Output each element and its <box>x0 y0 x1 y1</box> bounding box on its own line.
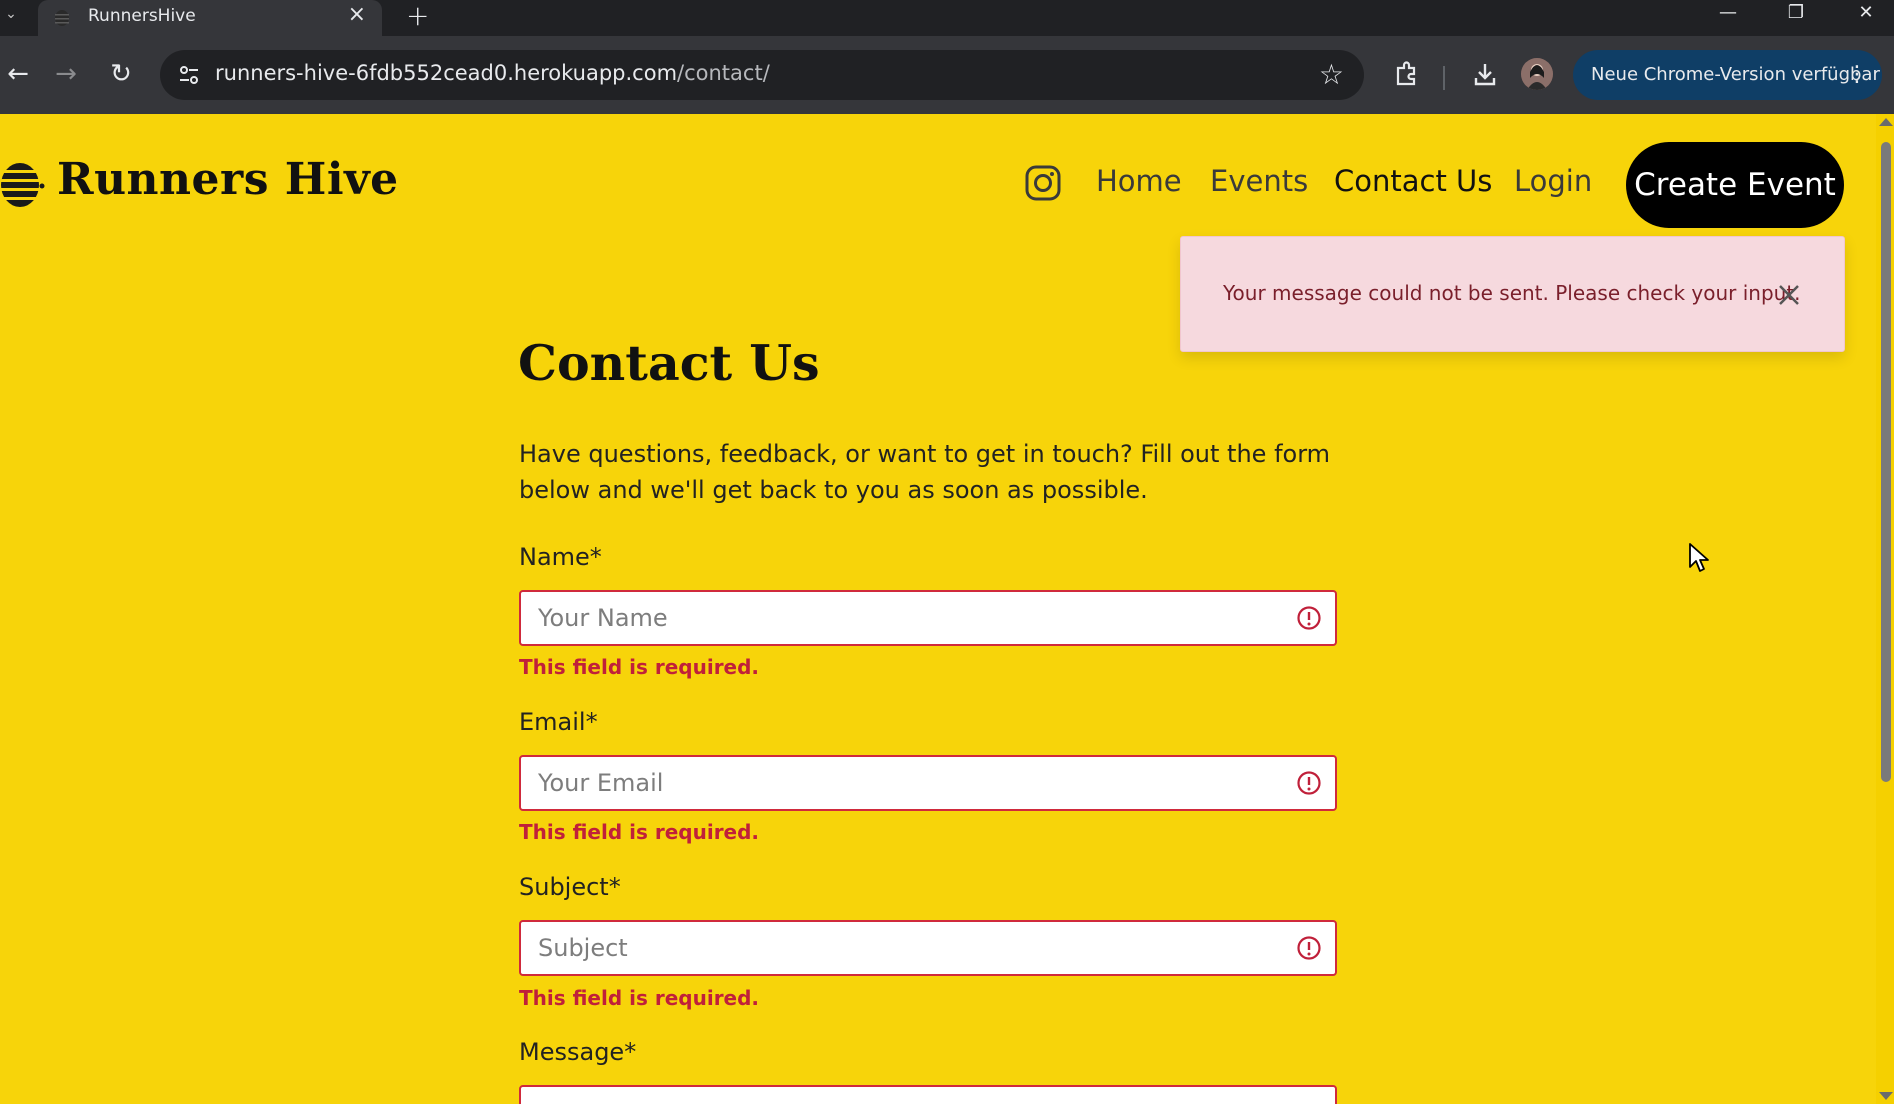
email-error-text: This field is required. <box>519 820 760 844</box>
window-close-icon[interactable]: ✕ <box>1838 0 1894 30</box>
name-input[interactable] <box>521 592 1281 644</box>
alert-message: Your message could not be sent. Please c… <box>1223 281 1801 305</box>
browser-tab-bar: ⌄ RunnersHive × + — ❐ ✕ <box>0 0 1894 36</box>
scroll-up-arrow-icon[interactable] <box>1879 118 1893 126</box>
subject-error-text: This field is required. <box>519 986 760 1010</box>
toolbar-separator <box>1443 66 1445 90</box>
nav-login-link[interactable]: Login <box>1514 164 1592 198</box>
site-info-icon[interactable] <box>176 62 202 88</box>
alert-close-icon[interactable] <box>1771 277 1807 313</box>
nav-events-link[interactable]: Events <box>1210 164 1308 198</box>
mouse-cursor-icon <box>1689 543 1709 572</box>
instagram-icon[interactable] <box>1024 164 1062 202</box>
error-icon <box>1297 936 1321 960</box>
subject-input[interactable] <box>521 922 1281 974</box>
nav-home-link[interactable]: Home <box>1096 164 1182 198</box>
error-alert: Your message could not be sent. Please c… <box>1180 236 1845 352</box>
url-text[interactable]: runners-hive-6fdb552cead0.herokuapp.com/… <box>215 61 770 85</box>
scroll-thumb[interactable] <box>1881 142 1891 782</box>
bookmark-star-icon[interactable]: ☆ <box>1319 58 1344 91</box>
restore-icon[interactable]: ❐ <box>1768 0 1824 30</box>
back-icon[interactable]: ← <box>0 56 36 92</box>
profile-avatar[interactable] <box>1521 58 1553 90</box>
name-field-box <box>519 590 1337 646</box>
url-path: /contact/ <box>677 61 770 85</box>
download-icon[interactable] <box>1467 56 1503 92</box>
chrome-update-label: Neue Chrome-Version verfügbar <box>1591 64 1880 85</box>
error-icon <box>1297 771 1321 795</box>
url-host: runners-hive-6fdb552cead0.herokuapp.com <box>215 61 678 85</box>
browser-toolbar: ← → ↻ runners-hive-6fdb552cead0.herokuap… <box>0 36 1894 114</box>
create-event-button[interactable]: Create Event <box>1626 142 1844 228</box>
browser-tab[interactable]: RunnersHive × <box>38 0 382 36</box>
subject-label: Subject* <box>519 873 621 901</box>
chrome-update-button[interactable]: Neue Chrome-Version verfügbar ⋮ <box>1573 50 1882 100</box>
tab-close-icon[interactable]: × <box>348 2 366 27</box>
message-field-box <box>519 1085 1337 1104</box>
beehive-logo-icon[interactable] <box>0 156 46 210</box>
error-icon <box>1297 606 1321 630</box>
tab-search-chevron-icon[interactable]: ⌄ <box>0 0 22 30</box>
forward-icon[interactable]: → <box>48 56 84 92</box>
profile-avatar-icon <box>1521 58 1553 90</box>
message-label: Message* <box>519 1038 637 1066</box>
page-scrollbar[interactable] <box>1876 114 1894 1104</box>
scroll-down-arrow-icon[interactable] <box>1879 1092 1893 1100</box>
subject-field-box <box>519 920 1337 976</box>
site-logo-text[interactable]: Runners Hive <box>57 154 399 205</box>
reload-icon[interactable]: ↻ <box>103 56 139 92</box>
more-menu-icon[interactable]: ⋮ <box>1846 50 1868 100</box>
nav-contact-link[interactable]: Contact Us <box>1334 164 1492 198</box>
page-viewport: Runners Hive Home Events Contact Us Logi… <box>0 114 1876 1104</box>
extensions-icon[interactable] <box>1388 56 1424 92</box>
beehive-favicon-icon <box>55 10 69 26</box>
address-bar[interactable]: runners-hive-6fdb552cead0.herokuapp.com/… <box>160 50 1364 100</box>
intro-text: Have questions, feedback, or want to get… <box>519 440 1331 504</box>
page-title: Contact Us <box>518 334 820 392</box>
email-label: Email* <box>519 708 598 736</box>
name-error-text: This field is required. <box>519 655 760 679</box>
email-input[interactable] <box>521 757 1281 809</box>
tab-title: RunnersHive <box>88 6 196 26</box>
name-label: Name* <box>519 543 602 571</box>
new-tab-button[interactable]: + <box>406 0 429 32</box>
email-field-box <box>519 755 1337 811</box>
minimize-icon[interactable]: — <box>1700 0 1756 30</box>
message-textarea[interactable] <box>521 1087 1281 1104</box>
